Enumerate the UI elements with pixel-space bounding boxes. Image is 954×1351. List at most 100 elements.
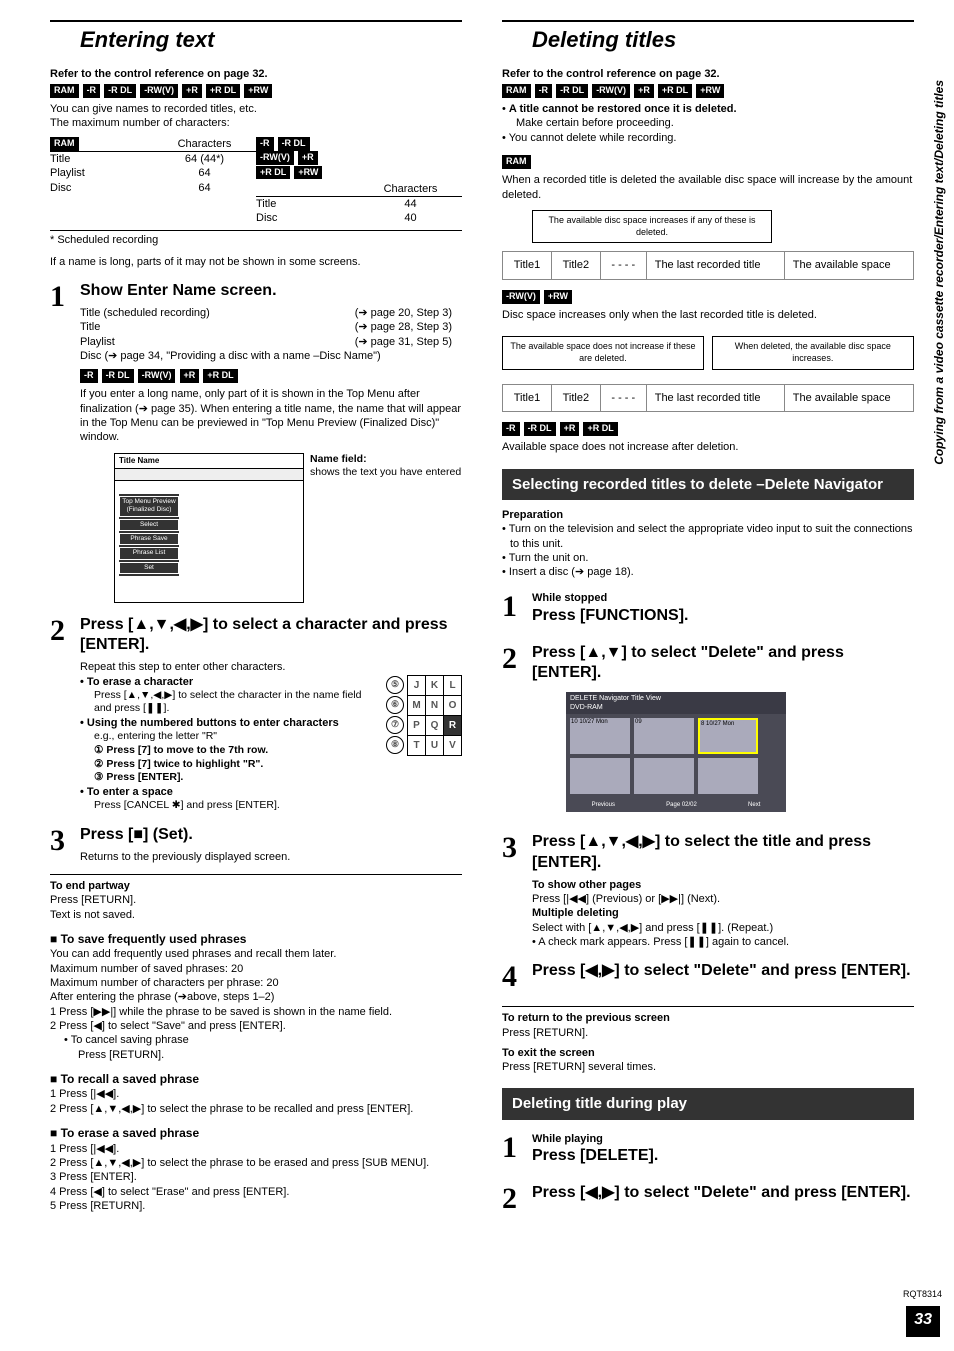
column-entering-text: Entering text Refer to the control refer… bbox=[40, 20, 482, 1218]
badge: -R DL bbox=[278, 137, 310, 151]
badge: +R bbox=[634, 84, 654, 98]
badge: +R DL bbox=[658, 84, 692, 98]
subsection-delete-navigator: Selecting recorded titles to delete –Del… bbox=[502, 469, 914, 501]
badge: +R DL bbox=[256, 166, 290, 180]
ref-key: Playlist bbox=[80, 335, 115, 349]
callout-increase: The available disc space increases if an… bbox=[532, 210, 772, 243]
badge: -RW(V) bbox=[138, 369, 176, 383]
intro-line: The maximum number of characters: bbox=[50, 116, 462, 130]
bullet: • You cannot delete while recording. bbox=[502, 131, 914, 145]
badge: -RW(V) bbox=[140, 84, 178, 98]
line: When a recorded title is deleted the ava… bbox=[502, 173, 914, 202]
bullet: • Turn the unit on. bbox=[502, 551, 914, 565]
badge: +RW bbox=[244, 84, 272, 98]
ref-val: (➔ page 34, "Providing a disc with a nam… bbox=[104, 350, 380, 362]
badge-ram: RAM bbox=[502, 155, 531, 169]
badge: +RW bbox=[294, 166, 322, 180]
step-number: 2 bbox=[502, 639, 532, 821]
badge: -R bbox=[83, 84, 101, 98]
line: Press [RETURN]. bbox=[50, 1048, 462, 1062]
badge: -RW(V) bbox=[502, 290, 540, 304]
ref-val: (➔ page 31, Step 5) bbox=[355, 335, 452, 349]
step-title: Press [■] (Set). bbox=[80, 825, 462, 846]
line: Text is not saved. bbox=[50, 908, 462, 922]
line: 4 Press [◀] to select "Erase" and press … bbox=[50, 1185, 462, 1199]
badge: -R bbox=[256, 137, 274, 151]
line: 1 Press [▶▶|] while the phrase to be sav… bbox=[50, 1005, 462, 1019]
sub-head: To exit the screen bbox=[502, 1046, 914, 1060]
ref-key: Disc bbox=[80, 350, 101, 362]
badge: -R DL bbox=[556, 84, 588, 98]
line: Press [RETURN] several times. bbox=[502, 1060, 914, 1074]
nav-page: Page 02/02 bbox=[666, 802, 697, 810]
callout-no-increase: The available space does not increase if… bbox=[502, 336, 704, 369]
doc-id: RQT8314 bbox=[903, 1289, 942, 1301]
line: 2 Press [◀] to select "Save" and press [… bbox=[50, 1019, 462, 1033]
name-field-note: Name field: shows the text you have ente… bbox=[310, 453, 461, 603]
line: 3 Press [ENTER]. bbox=[50, 1170, 462, 1184]
ref-line: Refer to the control reference on page 3… bbox=[50, 67, 462, 81]
badge: -R bbox=[80, 369, 98, 383]
ref-key: Title (scheduled recording) bbox=[80, 306, 210, 320]
title-space-table: Title1 Title2 - - - - The last recorded … bbox=[502, 251, 914, 279]
line: You can add frequently used phrases and … bbox=[50, 947, 462, 961]
bullet: • Turn on the television and select the … bbox=[502, 522, 914, 551]
diagram-item: Top Menu Preview (Finalized Disc) bbox=[119, 496, 179, 517]
sub-head: To show other pages bbox=[532, 878, 914, 892]
callout-increase-on-delete: When deleted, the available disc space i… bbox=[712, 336, 914, 369]
badge: RAM bbox=[502, 84, 531, 98]
nav-prev: Previous bbox=[592, 802, 615, 810]
ref-val: (➔ page 28, Step 3) bbox=[355, 320, 452, 334]
line: 1 Press [|◀◀]. bbox=[50, 1087, 462, 1101]
badge: RAM bbox=[50, 84, 79, 98]
cell: 44 bbox=[359, 197, 462, 211]
title-name-diagram: Title Name Top Menu Preview (Finalized D… bbox=[114, 453, 304, 603]
cell: Playlist bbox=[50, 166, 153, 180]
badge-ram: RAM bbox=[50, 137, 79, 151]
step-line: ② Press [7] twice to highlight "R". bbox=[80, 758, 379, 772]
step-title: Press [▲,▼] to select "Delete" and press… bbox=[532, 643, 914, 685]
cell: Title1 bbox=[503, 252, 552, 279]
step-title: Show Enter Name screen. bbox=[80, 281, 462, 302]
diagram-item: Phrase Save bbox=[119, 533, 179, 545]
diagram-header: Title Name bbox=[115, 454, 303, 469]
line: 1 Press [|◀◀]. bbox=[50, 1142, 462, 1156]
line: Disc space increases only when the last … bbox=[502, 308, 914, 322]
step-title: Press [◀,▶] to select "Delete" and press… bbox=[532, 1183, 914, 1204]
sub-bullet: • To enter a space bbox=[80, 785, 379, 799]
ref-line: Refer to the control reference on page 3… bbox=[502, 67, 914, 81]
badge: +RW bbox=[696, 84, 724, 98]
step-number: 4 bbox=[502, 957, 532, 996]
intro-line: You can give names to recorded titles, e… bbox=[50, 102, 462, 116]
step-line: Press [CANCEL ✱] and press [ENTER]. bbox=[80, 799, 379, 813]
cell: 40 bbox=[359, 211, 462, 225]
note: If a name is long, parts of it may not b… bbox=[50, 255, 462, 269]
ref-key: Title bbox=[80, 320, 100, 334]
step-line: Returns to the previously displayed scre… bbox=[80, 850, 462, 864]
line: Press [RETURN]. bbox=[50, 893, 462, 907]
sub-head: To return to the previous screen bbox=[502, 1011, 914, 1025]
title-space-table-2: Title1 Title2 - - - - The last recorded … bbox=[502, 384, 914, 412]
format-badges: RAM -R -R DL -RW(V) +R +R DL +RW bbox=[50, 84, 462, 98]
step-title: Press [▲,▼,◀,▶] to select a character an… bbox=[80, 615, 462, 657]
thumb bbox=[570, 758, 630, 794]
badge: -R DL bbox=[104, 84, 136, 98]
step-title: Press [FUNCTIONS]. bbox=[532, 606, 914, 627]
line: Available space does not increase after … bbox=[502, 440, 914, 454]
diagram-item: Select bbox=[119, 519, 179, 531]
diagram-item: Phrase List bbox=[119, 547, 179, 559]
cell: Title bbox=[50, 152, 153, 166]
cell: - - - - bbox=[600, 252, 646, 279]
line: Maximum number of saved phrases: 20 bbox=[50, 962, 462, 976]
badge: -RW(V) bbox=[256, 151, 294, 165]
section-title-entering: Entering text bbox=[50, 26, 462, 55]
footnote: * Scheduled recording bbox=[50, 230, 462, 247]
cell: The last recorded title bbox=[646, 384, 784, 411]
prep-head: Preparation bbox=[502, 508, 914, 522]
cell: Title2 bbox=[551, 252, 600, 279]
step-number: 2 bbox=[50, 611, 80, 813]
badge: +R bbox=[180, 369, 200, 383]
badge: +R DL bbox=[203, 369, 237, 383]
sub-head-save: To save frequently used phrases bbox=[50, 932, 462, 948]
step-number: 1 bbox=[502, 587, 532, 630]
